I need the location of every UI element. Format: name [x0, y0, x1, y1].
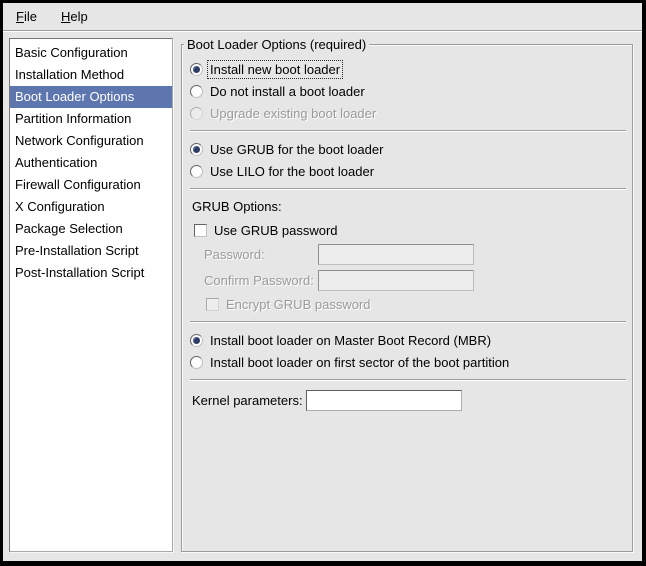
checkbox-label: Encrypt GRUB password [226, 297, 371, 312]
menu-file-label: ile [24, 9, 37, 24]
separator [190, 188, 626, 190]
sidebar-item-partition-information[interactable]: Partition Information [10, 108, 172, 130]
separator [190, 130, 626, 132]
menu-help-label: elp [70, 9, 87, 24]
radio-unselected-icon [190, 85, 203, 98]
radio-use-grub[interactable]: Use GRUB for the boot loader [190, 138, 628, 160]
menu-bar: File Help [3, 3, 642, 31]
radio-label: Install boot loader on first sector of t… [210, 355, 509, 370]
window: File Help Basic Configuration Installati… [0, 0, 646, 566]
radio-install-first-sector[interactable]: Install boot loader on first sector of t… [190, 351, 628, 373]
menu-file-mnemonic: F [16, 9, 24, 24]
radio-do-not-install-boot-loader[interactable]: Do not install a boot loader [190, 80, 628, 102]
radio-label: Upgrade existing boot loader [210, 106, 376, 121]
radio-use-lilo[interactable]: Use LILO for the boot loader [190, 160, 628, 182]
sidebar-item-network-configuration[interactable]: Network Configuration [10, 130, 172, 152]
menu-help-mnemonic: H [61, 9, 70, 24]
separator [190, 379, 626, 381]
kernel-parameters-input[interactable] [306, 390, 462, 411]
sidebar-item-post-installation-script[interactable]: Post-Installation Script [10, 262, 172, 284]
kernel-parameters-label: Kernel parameters: [192, 393, 306, 408]
checkbox-encrypt-grub-password: Encrypt GRUB password [206, 293, 628, 315]
main-content: Basic Configuration Installation Method … [3, 31, 642, 561]
category-list: Basic Configuration Installation Method … [9, 38, 173, 552]
radio-label: Do not install a boot loader [210, 84, 365, 99]
confirm-password-row: Confirm Password: [204, 267, 628, 293]
sidebar-item-pre-installation-script[interactable]: Pre-Installation Script [10, 240, 172, 262]
sidebar-item-x-configuration[interactable]: X Configuration [10, 196, 172, 218]
sidebar-item-firewall-configuration[interactable]: Firewall Configuration [10, 174, 172, 196]
radio-selected-icon [190, 143, 203, 156]
menu-item-help[interactable]: Help [52, 3, 97, 30]
sidebar-item-authentication[interactable]: Authentication [10, 152, 172, 174]
radio-label: Install boot loader on Master Boot Recor… [210, 333, 491, 348]
menu-item-file[interactable]: File [7, 3, 46, 30]
frame-title: Boot Loader Options (required) [184, 37, 369, 52]
radio-label: Install new boot loader [208, 61, 342, 78]
radio-install-new-boot-loader[interactable]: Install new boot loader [190, 58, 628, 80]
sidebar-item-installation-method[interactable]: Installation Method [10, 64, 172, 86]
checkbox-disabled-icon [206, 298, 219, 311]
boot-loader-options-frame: Boot Loader Options (required) Install n… [181, 44, 633, 552]
sidebar-item-boot-loader-options[interactable]: Boot Loader Options [10, 86, 172, 108]
checkbox-use-grub-password[interactable]: Use GRUB password [194, 219, 628, 241]
password-input [318, 244, 474, 265]
radio-unselected-icon [190, 165, 203, 178]
radio-label: Use LILO for the boot loader [210, 164, 374, 179]
radio-disabled-icon [190, 107, 203, 120]
separator [190, 321, 626, 323]
sidebar-item-basic-configuration[interactable]: Basic Configuration [10, 42, 172, 64]
radio-selected-icon [190, 334, 203, 347]
grub-options-label: GRUB Options: [192, 196, 628, 218]
password-label: Password: [204, 247, 318, 262]
confirm-password-label: Confirm Password: [204, 273, 318, 288]
radio-unselected-icon [190, 356, 203, 369]
radio-upgrade-existing-boot-loader: Upgrade existing boot loader [190, 102, 628, 124]
radio-install-mbr[interactable]: Install boot loader on Master Boot Recor… [190, 329, 628, 351]
radio-selected-icon [190, 63, 203, 76]
radio-label: Use GRUB for the boot loader [210, 142, 383, 157]
confirm-password-input [318, 270, 474, 291]
kernel-parameters-row: Kernel parameters: [192, 387, 628, 413]
checkbox-unchecked-icon [194, 224, 207, 237]
checkbox-label: Use GRUB password [214, 223, 338, 238]
password-row: Password: [204, 241, 628, 267]
sidebar-item-package-selection[interactable]: Package Selection [10, 218, 172, 240]
